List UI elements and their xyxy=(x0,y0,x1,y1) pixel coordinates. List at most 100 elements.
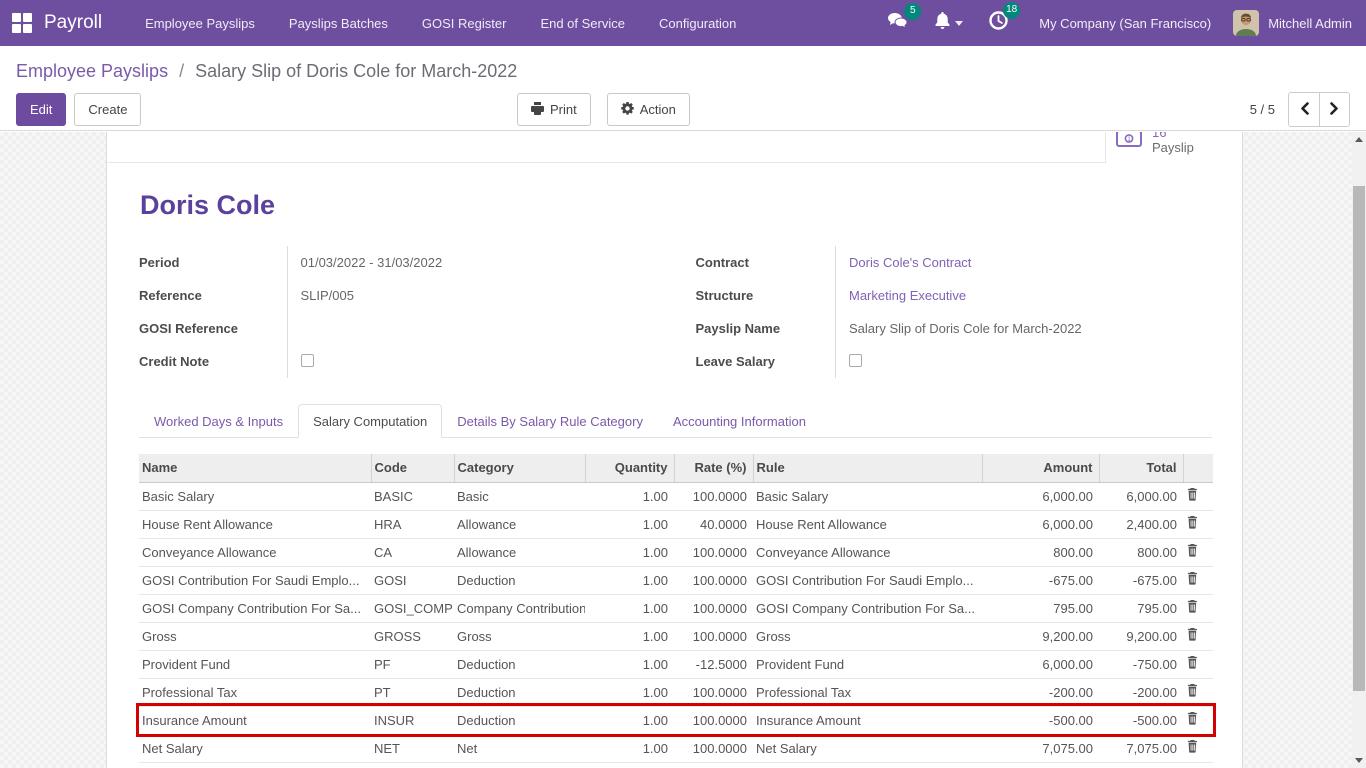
nav-menu-item-employee-payslips[interactable]: Employee Payslips xyxy=(128,0,272,46)
cell-category[interactable]: Deduction xyxy=(454,678,585,706)
cell-rate[interactable]: 100.0000 xyxy=(674,678,753,706)
cell-rule[interactable]: Basic Salary xyxy=(753,482,982,510)
action-button[interactable]: Action xyxy=(607,93,690,126)
cell-name[interactable]: Conveyance Allowance xyxy=(139,538,371,566)
checkbox-credit-note[interactable] xyxy=(301,354,314,367)
cell-total[interactable]: 2,400.00 xyxy=(1099,510,1183,538)
column-header-total[interactable]: Total xyxy=(1099,454,1183,482)
vertical-scrollbar[interactable] xyxy=(1352,132,1366,768)
cell-code[interactable]: GOSI_COMP xyxy=(371,594,454,622)
delete-row-button[interactable] xyxy=(1183,566,1213,594)
create-button[interactable]: Create xyxy=(74,93,141,126)
delete-row-button[interactable] xyxy=(1183,510,1213,538)
cell-category[interactable]: Allowance xyxy=(454,538,585,566)
delete-row-button[interactable] xyxy=(1183,678,1213,706)
column-header-rate[interactable]: Rate (%) xyxy=(674,454,753,482)
delete-row-button[interactable] xyxy=(1183,594,1213,622)
cell-amount[interactable]: 795.00 xyxy=(982,594,1099,622)
scrollbar-thumb[interactable] xyxy=(1353,186,1365,691)
nav-menu-item-end-of-service[interactable]: End of Service xyxy=(523,0,642,46)
cell-category[interactable]: Net xyxy=(454,734,585,762)
field-link-structure[interactable]: Marketing Executive xyxy=(849,288,966,303)
cell-total[interactable]: 9,200.00 xyxy=(1099,622,1183,650)
pager-next-button[interactable] xyxy=(1319,93,1349,126)
cell-rule[interactable]: GOSI Contribution For Saudi Emplo... xyxy=(753,566,982,594)
column-header-category[interactable]: Category xyxy=(454,454,585,482)
cell-rule[interactable]: Gross xyxy=(753,622,982,650)
user-menu[interactable]: Mitchell Admin xyxy=(1268,16,1352,31)
scroll-up-arrow-icon[interactable] xyxy=(1352,132,1366,147)
cell-total[interactable]: 7,075.00 xyxy=(1099,734,1183,762)
cell-quantity[interactable]: 1.00 xyxy=(585,622,674,650)
cell-rate[interactable]: 100.0000 xyxy=(674,622,753,650)
apps-grid-icon[interactable] xyxy=(12,13,32,33)
cell-code[interactable]: PF xyxy=(371,650,454,678)
cell-rate[interactable]: 100.0000 xyxy=(674,706,753,734)
delete-row-button[interactable] xyxy=(1183,482,1213,510)
cell-rule[interactable]: Net Salary xyxy=(753,734,982,762)
cell-name[interactable]: GOSI Contribution For Saudi Emplo... xyxy=(139,566,371,594)
cell-rate[interactable]: 100.0000 xyxy=(674,734,753,762)
cell-code[interactable]: PT xyxy=(371,678,454,706)
tab-salary-computation[interactable]: Salary Computation xyxy=(298,404,442,438)
cell-quantity[interactable]: 1.00 xyxy=(585,734,674,762)
cell-amount[interactable]: 6,000.00 xyxy=(982,650,1099,678)
table-row-gross[interactable]: GrossGROSSGross1.00100.0000Gross9,200.00… xyxy=(139,622,1213,650)
column-header-code[interactable]: Code xyxy=(371,454,454,482)
nav-menu-item-payslips-batches[interactable]: Payslips Batches xyxy=(272,0,405,46)
cell-code[interactable]: GOSI xyxy=(371,566,454,594)
cell-amount[interactable]: -200.00 xyxy=(982,678,1099,706)
app-name[interactable]: Payroll xyxy=(44,12,102,34)
delete-row-button[interactable] xyxy=(1183,650,1213,678)
delete-row-button[interactable] xyxy=(1183,538,1213,566)
activities-button[interactable]: 18 xyxy=(989,11,1008,35)
cell-quantity[interactable]: 1.00 xyxy=(585,650,674,678)
edit-button[interactable]: Edit xyxy=(16,93,66,126)
cell-rate[interactable]: -12.5000 xyxy=(674,650,753,678)
cell-total[interactable]: -200.00 xyxy=(1099,678,1183,706)
notifications-button[interactable] xyxy=(935,12,963,34)
cell-category[interactable]: Deduction xyxy=(454,706,585,734)
cell-rule[interactable]: Insurance Amount xyxy=(753,706,982,734)
column-header-quantity[interactable]: Quantity xyxy=(585,454,674,482)
cell-total[interactable]: -500.00 xyxy=(1099,706,1183,734)
cell-quantity[interactable]: 1.00 xyxy=(585,594,674,622)
scroll-down-arrow-icon[interactable] xyxy=(1352,753,1366,768)
field-link-contract[interactable]: Doris Cole's Contract xyxy=(849,255,971,270)
cell-quantity[interactable]: 1.00 xyxy=(585,482,674,510)
cell-total[interactable]: 800.00 xyxy=(1099,538,1183,566)
cell-total[interactable]: -675.00 xyxy=(1099,566,1183,594)
cell-rule[interactable]: House Rent Allowance xyxy=(753,510,982,538)
cell-name[interactable]: Insurance Amount xyxy=(139,706,371,734)
nav-menu-item-gosi-register[interactable]: GOSI Register xyxy=(405,0,524,46)
cell-name[interactable]: Professional Tax xyxy=(139,678,371,706)
cell-name[interactable]: House Rent Allowance xyxy=(139,510,371,538)
cell-category[interactable]: Deduction xyxy=(454,650,585,678)
cell-rate[interactable]: 100.0000 xyxy=(674,566,753,594)
cell-rule[interactable]: Professional Tax xyxy=(753,678,982,706)
cell-rule[interactable]: Provident Fund xyxy=(753,650,982,678)
cell-code[interactable]: HRA xyxy=(371,510,454,538)
cell-quantity[interactable]: 1.00 xyxy=(585,510,674,538)
table-row-pt[interactable]: Professional TaxPTDeduction1.00100.0000P… xyxy=(139,678,1213,706)
cell-code[interactable]: NET xyxy=(371,734,454,762)
cell-total[interactable]: 6,000.00 xyxy=(1099,482,1183,510)
table-row-insur[interactable]: Insurance AmountINSURDeduction1.00100.00… xyxy=(139,706,1213,734)
payslip-stat-button[interactable]: 1 16 Payslip xyxy=(1105,132,1242,163)
messages-button[interactable]: 5 xyxy=(887,12,909,35)
cell-category[interactable]: Allowance xyxy=(454,510,585,538)
table-row-hra[interactable]: House Rent AllowanceHRAAllowance1.0040.0… xyxy=(139,510,1213,538)
cell-code[interactable]: CA xyxy=(371,538,454,566)
cell-rate[interactable]: 100.0000 xyxy=(674,538,753,566)
table-row-basic[interactable]: Basic SalaryBASICBasic1.00100.0000Basic … xyxy=(139,482,1213,510)
column-header-rule[interactable]: Rule xyxy=(753,454,982,482)
table-row-pf[interactable]: Provident FundPFDeduction1.00-12.5000Pro… xyxy=(139,650,1213,678)
cell-amount[interactable]: -500.00 xyxy=(982,706,1099,734)
cell-rate[interactable]: 100.0000 xyxy=(674,482,753,510)
cell-quantity[interactable]: 1.00 xyxy=(585,678,674,706)
tab-accounting-information[interactable]: Accounting Information xyxy=(658,404,821,438)
cell-amount[interactable]: 800.00 xyxy=(982,538,1099,566)
cell-rate[interactable]: 100.0000 xyxy=(674,594,753,622)
cell-category[interactable]: Deduction xyxy=(454,566,585,594)
cell-name[interactable]: Basic Salary xyxy=(139,482,371,510)
